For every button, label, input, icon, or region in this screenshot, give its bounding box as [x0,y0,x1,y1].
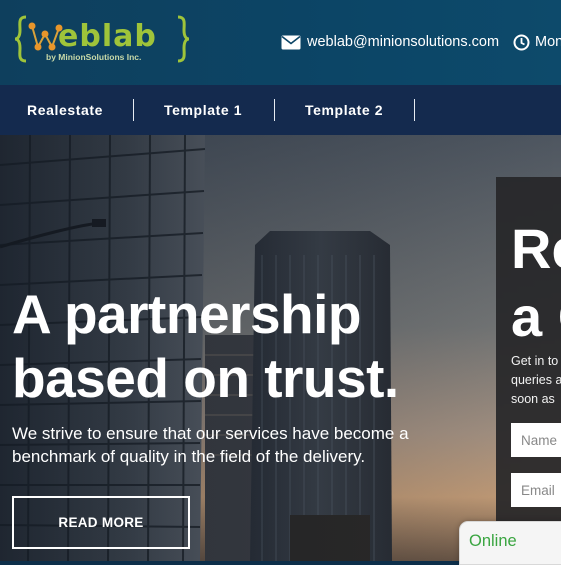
form-description: Get in to queries a soon as [511,352,561,409]
hero-title: A partnership based on trust. [12,282,399,410]
main-nav: Realestate Template 1 Template 2 [0,85,561,135]
nav-divider [133,99,134,121]
read-more-button[interactable]: READ MORE [12,496,190,549]
form-description-line: soon as [511,392,555,406]
form-description-line: Get in to [511,354,559,368]
site-logo[interactable]: eblab by MinionSolutions Inc. [14,14,192,70]
nav-item-template-2[interactable]: Template 2 [305,85,383,135]
contact-form-panel: Re a C Get in to queries a soon as [496,177,561,561]
contact-email[interactable]: weblab@minionsolutions.com [281,33,499,51]
logo-wordmark: eblab [58,19,157,54]
hero-section: A partnership based on trust. We strive … [0,135,561,561]
email-field[interactable] [511,473,561,507]
form-title-line: a C [511,285,561,348]
hero-title-line: based on trust. [12,347,399,409]
nav-item-template-1[interactable]: Template 1 [164,85,242,135]
hero-title-line: A partnership [12,283,362,345]
envelope-icon [281,35,301,49]
form-title: Re a C [511,215,561,351]
form-description-line: queries a [511,373,561,387]
contact-hours: Mon [513,33,561,51]
contact-hours-text: Mon [535,34,561,50]
nav-divider [274,99,275,121]
chat-widget[interactable]: Online [459,521,561,565]
chat-status-label: Online [469,532,517,550]
logo-tagline: by MinionSolutions Inc. [46,52,142,62]
contact-email-text: weblab@minionsolutions.com [307,34,500,50]
nav-item-realestate[interactable]: Realestate [27,85,103,135]
hero-description: We strive to ensure that our services ha… [12,424,409,466]
top-header: eblab by MinionSolutions Inc. weblab@min… [0,0,561,85]
clock-icon [513,34,530,50]
name-field[interactable] [511,423,561,457]
form-title-line: Re [511,217,561,280]
nav-divider [414,99,415,121]
